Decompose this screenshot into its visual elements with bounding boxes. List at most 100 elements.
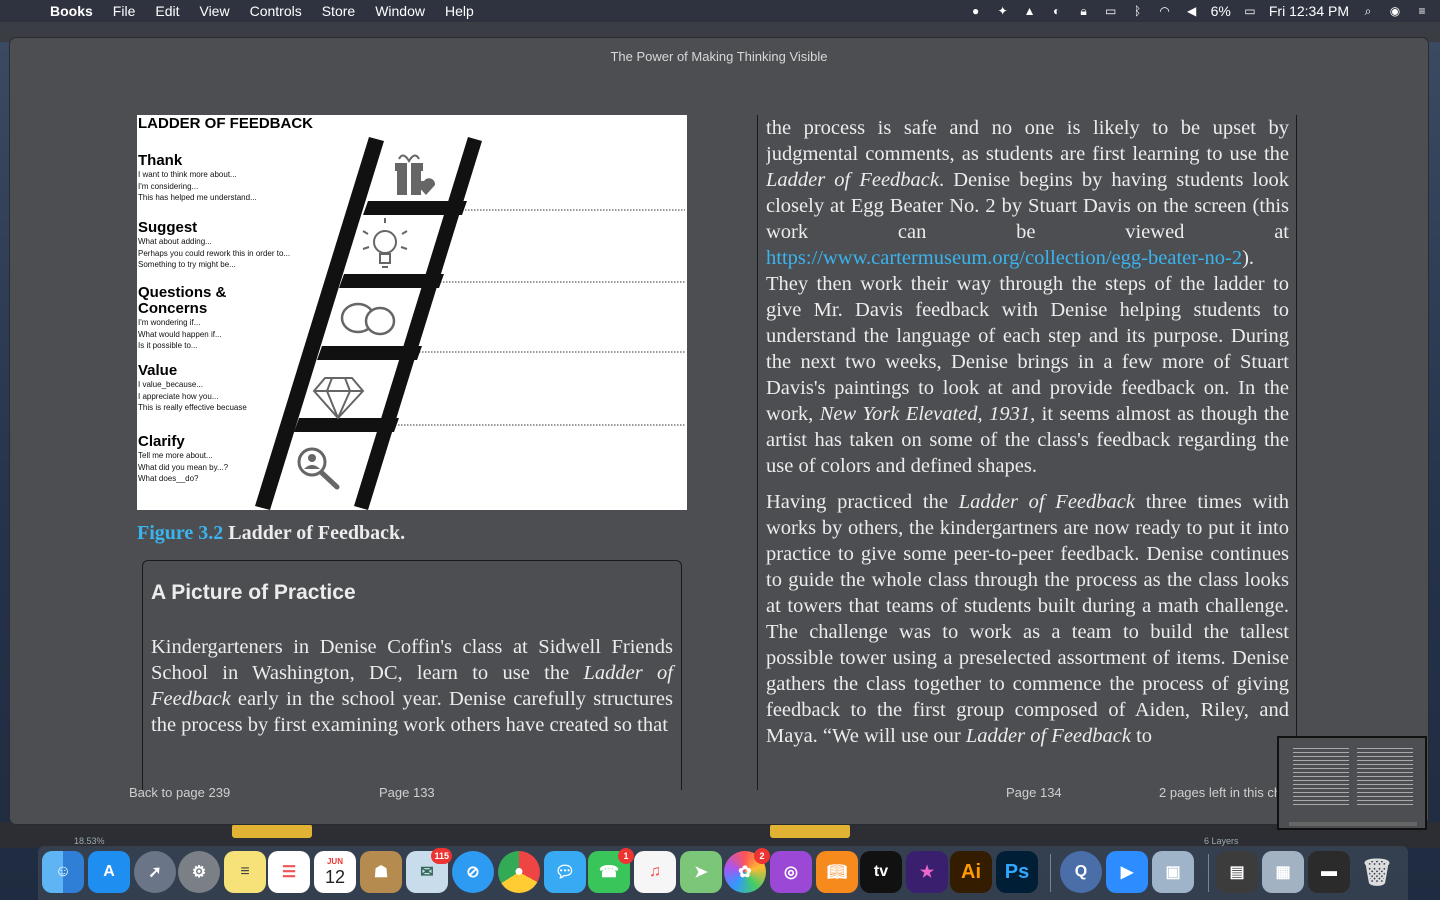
dock: ☺ A ➚ ⚙ ≡ ☰ JUN 12 ☗ ✉ 115 ⊘ ● 💬︎ ☎ 1 ♫ …	[38, 846, 1408, 900]
launchpad-icon[interactable]: ➚	[134, 851, 176, 893]
rung-prompt: Something to try might be...	[138, 260, 236, 269]
rung-prompt: Is it possible to...	[138, 341, 198, 350]
menu-view[interactable]: View	[189, 0, 239, 22]
calendar-month: JUN	[326, 857, 343, 866]
photoshop-label: Ps	[1004, 860, 1030, 883]
rung-title-line2: Concerns	[138, 300, 208, 317]
siri-icon[interactable]: ◉	[1387, 4, 1403, 18]
menu-books[interactable]: Books	[40, 0, 103, 22]
messages-icon[interactable]: 💬︎	[544, 851, 586, 893]
photoshop-icon[interactable]: Ps	[996, 851, 1038, 893]
calendar-icon[interactable]: JUN 12	[314, 851, 356, 893]
illustrator-icon[interactable]: Ai	[950, 851, 992, 893]
book-title: The Power of Making Thinking Visible	[610, 49, 828, 64]
museum-link[interactable]: https://www.cartermuseum.org/collection/…	[766, 247, 1242, 269]
left-page-number: Page 133	[379, 785, 435, 800]
lightbulb-icon	[362, 218, 408, 268]
mail-app-icon[interactable]: ✉ 115	[406, 848, 452, 893]
italic-title: Ladder of Feedback	[958, 491, 1135, 513]
pages-left-in-chapter: 2 pages left in this ch	[1159, 785, 1282, 800]
back-to-page-link[interactable]: Back to page 239	[129, 785, 230, 800]
sync-icon[interactable]: ◐	[1049, 4, 1065, 18]
notes-icon[interactable]: ≡	[224, 851, 266, 893]
quicktime-icon[interactable]: Q	[1060, 851, 1102, 893]
reminders-icon[interactable]: ☰	[268, 851, 310, 893]
clock[interactable]: Fri 12:34 PM	[1269, 3, 1349, 19]
notification-center-icon[interactable]: ≡	[1414, 4, 1430, 18]
rung-prompt: This has helped me understand...	[138, 193, 257, 202]
notification-dot-icon[interactable]: ●	[968, 4, 984, 18]
podcasts-icon[interactable]: ◎	[770, 851, 812, 893]
menu-controls[interactable]: Controls	[240, 0, 312, 22]
ladder-of-feedback-figure: LADDER OF FEEDBACK Thank I want to think…	[137, 115, 687, 510]
menu-store[interactable]: Store	[312, 0, 365, 22]
spotlight-search-icon[interactable]: ⌕	[1360, 4, 1376, 18]
rung-prompt: Perhaps you could rework this in order t…	[138, 248, 291, 258]
lock-icon[interactable]: 🔒︎	[1076, 4, 1092, 18]
books-reader-window: The Power of Making Thinking Visible LAD…	[10, 38, 1428, 824]
wifi-icon[interactable]: ◠	[1157, 4, 1173, 18]
recent-folder-icon[interactable]: ▦	[1262, 851, 1304, 893]
books-icon[interactable]: 📖︎	[816, 851, 858, 893]
zoom-icon[interactable]: ▶	[1106, 851, 1148, 893]
safari-icon[interactable]: ⊘	[452, 851, 494, 893]
app-store-icon[interactable]: A	[88, 851, 130, 893]
right-page-number: Page 134	[1006, 785, 1062, 800]
chrome-icon[interactable]: ●	[498, 851, 540, 893]
gift-heart-icon	[395, 154, 436, 195]
figure-caption-text: Ladder of Feedback.	[223, 522, 406, 544]
rung-title: Value	[138, 362, 178, 379]
contacts-icon[interactable]: ☗	[360, 851, 402, 893]
text-run: ). They then work their way through the …	[766, 247, 1289, 425]
rung-prompt: What would happen if...	[138, 329, 222, 339]
preview-icon[interactable]: ▣	[1152, 851, 1194, 893]
text-run: the process is safe and no one is likely…	[766, 117, 1289, 165]
rung-prompt: I'm considering...	[138, 181, 199, 191]
imovie-icon[interactable]: ★	[906, 851, 948, 893]
apple-tv-icon[interactable]: tv	[860, 851, 902, 893]
background-artwork	[232, 824, 312, 838]
minimized-window-icon[interactable]: ▬	[1308, 851, 1350, 893]
downloads-stack-icon[interactable]: ▤	[1216, 851, 1258, 893]
picture-of-practice-box: A Picture of Practice Kindergarteners in…	[142, 560, 682, 790]
menu-help[interactable]: Help	[435, 0, 484, 22]
mail-badge: 115	[431, 848, 452, 864]
rung-title: Suggest	[138, 219, 198, 236]
figure-number: Figure 3.2	[137, 522, 224, 544]
right-page-text: the process is safe and no one is likely…	[766, 115, 1289, 790]
rung-suggest: Suggest What about adding... Perhaps you…	[138, 220, 338, 271]
finder-icon[interactable]: ☺	[42, 851, 84, 893]
airplay-icon[interactable]: ▭	[1103, 4, 1119, 18]
menu-window[interactable]: Window	[365, 0, 435, 22]
rung-prompt: What did you mean by...?	[138, 462, 229, 472]
maps-icon[interactable]: ➤	[680, 851, 722, 893]
rung-prompt: What about adding...	[138, 237, 212, 246]
rung-title: Questions &	[138, 284, 227, 301]
bluetooth-icon[interactable]: ᛒ	[1130, 4, 1146, 18]
practice-title: A Picture of Practice	[151, 581, 356, 604]
italic-title: Ladder of Feedback	[965, 725, 1131, 747]
upload-icon[interactable]: ▲	[1022, 4, 1038, 18]
battery-icon[interactable]: ▭	[1242, 4, 1258, 18]
photos-icon[interactable]: ✿ 2	[724, 848, 770, 893]
rung-prompt: I want to think more about...	[138, 170, 237, 179]
facetime-icon[interactable]: ☎ 1	[588, 848, 634, 893]
menu-file[interactable]: File	[103, 0, 146, 22]
volume-icon[interactable]: ◀	[1184, 4, 1200, 18]
facetime-badge: 1	[618, 848, 634, 864]
trash-icon[interactable]: 🗑︎	[1356, 851, 1398, 893]
text-run: Having practiced the	[766, 491, 959, 513]
rung-prompt: This is really effective becuase	[138, 403, 247, 412]
status-area: ● ✦ ▲ ◐ 🔒︎ ▭ ᛒ ◠ ◀ 6% ▭ Fri 12:34 PM ⌕ ◉…	[968, 0, 1430, 22]
rung-prompt: Tell me more about...	[138, 451, 213, 460]
figure-heading: LADDER OF FEEDBACK	[138, 115, 313, 132]
column-rule	[1296, 115, 1297, 790]
battery-percent[interactable]: 6%	[1211, 3, 1231, 19]
music-icon[interactable]: ♫	[634, 851, 676, 893]
text-run: three times with works by others, the ki…	[766, 491, 1289, 747]
creative-cloud-icon[interactable]: ✦	[995, 4, 1011, 18]
screenshot-thumbnail[interactable]	[1277, 736, 1427, 830]
menu-edit[interactable]: Edit	[145, 0, 189, 22]
dock-separator	[1208, 854, 1209, 892]
system-preferences-icon[interactable]: ⚙	[178, 851, 220, 893]
